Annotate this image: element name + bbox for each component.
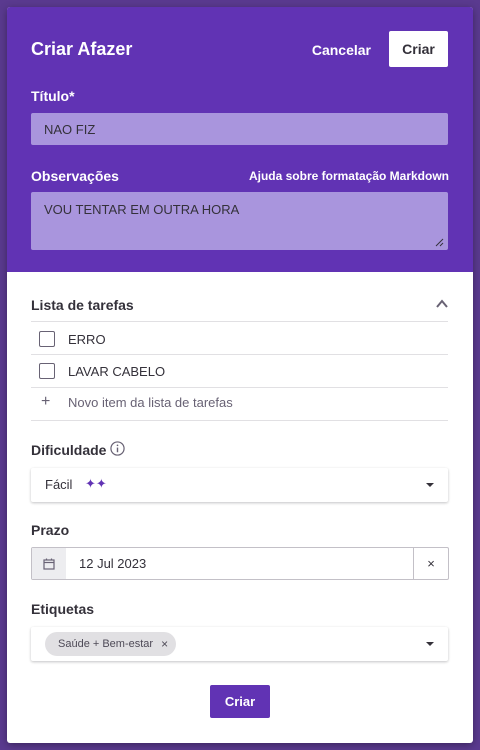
checklist-item-text[interactable]: LAVAR CABELO: [68, 364, 165, 379]
create-todo-modal: Criar Afazer Cancelar Criar Título* NAO …: [7, 7, 473, 743]
create-button-bottom[interactable]: Criar: [210, 685, 270, 718]
resize-handle-icon[interactable]: [435, 238, 444, 247]
tag-chip: Saúde + Bem-estar ×: [45, 632, 177, 656]
title-field-label: Título*: [31, 88, 75, 104]
checklist-item: LAVAR CABELO: [31, 356, 448, 386]
new-checklist-item[interactable]: + Novo item da lista de tarefas: [31, 393, 233, 411]
chevron-up-icon[interactable]: [435, 297, 449, 311]
clear-date-button[interactable]: ×: [413, 548, 448, 579]
create-button-top[interactable]: Criar: [389, 31, 448, 67]
divider: [31, 354, 448, 355]
checklist-item: ERRO: [31, 324, 448, 354]
caret-down-icon: [426, 483, 434, 487]
title-input-value: NAO FIZ: [44, 122, 96, 137]
new-checklist-item-label: Novo item da lista de tarefas: [68, 394, 233, 410]
difficulty-label: Dificuldade: [31, 442, 107, 458]
checklist-checkbox[interactable]: [39, 363, 55, 379]
checklist-checkbox[interactable]: [39, 331, 55, 347]
markdown-help-link[interactable]: Ajuda sobre formatação Markdown: [249, 169, 449, 183]
difficulty-value: Fácil: [45, 477, 73, 492]
title-input[interactable]: NAO FIZ: [31, 113, 448, 145]
checklist-label: Lista de tarefas: [31, 297, 134, 313]
modal-header: Criar Afazer Cancelar Criar Título* NAO …: [7, 7, 473, 272]
tags-label: Etiquetas: [31, 601, 95, 617]
sparkles-icon: ✦✦: [85, 476, 107, 491]
remove-tag-icon[interactable]: ×: [161, 637, 168, 651]
cancel-button[interactable]: Cancelar: [312, 42, 371, 58]
tag-chip-label: Saúde + Bem-estar: [58, 638, 154, 650]
notes-textarea-value: VOU TENTAR EM OUTRA HORA: [44, 202, 240, 217]
modal-title: Criar Afazer: [31, 39, 133, 59]
tags-select[interactable]: Saúde + Bem-estar ×: [31, 627, 448, 661]
notes-textarea[interactable]: VOU TENTAR EM OUTRA HORA: [31, 192, 448, 250]
notes-label: Observações: [31, 168, 119, 184]
plus-icon: +: [41, 393, 51, 410]
divider: [31, 420, 448, 421]
due-date-value: 12 Jul 2023: [79, 556, 147, 571]
close-icon: ×: [427, 556, 435, 571]
calendar-icon: [43, 558, 55, 570]
due-date-label: Prazo: [31, 522, 70, 538]
due-date-input[interactable]: 12 Jul 2023 ×: [31, 547, 449, 580]
difficulty-select[interactable]: Fácil ✦✦: [31, 468, 448, 502]
info-icon[interactable]: [110, 441, 125, 456]
checklist-item-text[interactable]: ERRO: [68, 332, 106, 347]
divider: [31, 387, 448, 388]
divider: [31, 321, 448, 322]
caret-down-icon: [426, 642, 434, 646]
calendar-button[interactable]: [32, 548, 66, 579]
